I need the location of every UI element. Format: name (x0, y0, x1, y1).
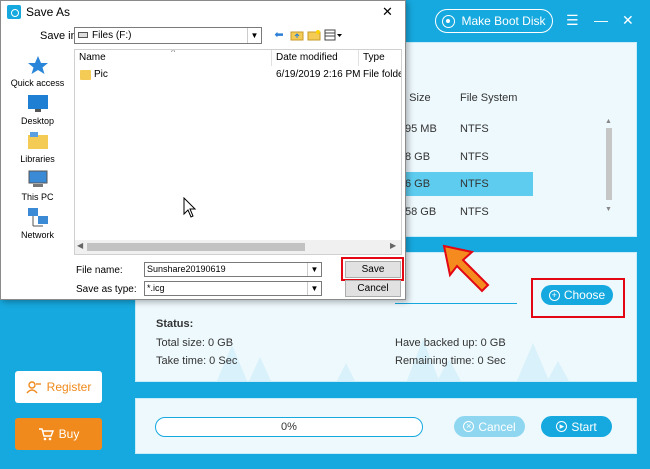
buy-button[interactable]: Buy (15, 418, 102, 450)
buy-label: Buy (58, 427, 80, 441)
place-label: Network (20, 230, 54, 240)
network-icon (27, 208, 48, 227)
place-label: Desktop (20, 116, 55, 126)
libraries-icon (27, 132, 48, 149)
place-libraries[interactable]: Libraries (5, 131, 70, 164)
cancel-backup-button[interactable]: × Cancel (454, 416, 525, 437)
user-key-icon (26, 381, 41, 394)
new-folder-icon[interactable] (307, 29, 321, 41)
start-button[interactable]: ▸ Start (541, 416, 612, 437)
places-bar: Quick access Desktop Libraries This PC N… (5, 49, 70, 259)
dialog-titlebar[interactable]: Save As ✕ (1, 1, 405, 23)
row-fs[interactable]: NTFS (460, 123, 489, 135)
dialog-title: Save As (26, 5, 71, 19)
folder-icon (80, 70, 91, 80)
save-in-dropdown[interactable]: Files (F:) ▼ (74, 27, 262, 44)
col-header-date[interactable]: Date modified (276, 52, 338, 63)
save-type-value: *.icg (147, 283, 165, 293)
start-label: Start (571, 419, 597, 434)
place-desktop[interactable]: Desktop (5, 93, 70, 126)
minimize-icon[interactable]: — (594, 12, 608, 28)
file-name-label: File name: (76, 265, 123, 276)
progress-bar: 0% (155, 417, 423, 437)
file-row[interactable]: Pic 6/19/2019 2:16 PM File folder (75, 69, 401, 83)
col-header-name[interactable]: Name (79, 52, 106, 63)
save-highlight-box (341, 257, 404, 281)
dialog-close-icon[interactable]: ✕ (382, 4, 393, 20)
backed-up-text: Have backed up: 0 GB (395, 337, 506, 349)
back-arrow-icon[interactable]: ⬅ (272, 29, 286, 41)
status-title: Status: (156, 318, 194, 330)
progress-text: 0% (281, 421, 297, 433)
col-separator (271, 50, 272, 66)
cancel-backup-label: Cancel (478, 419, 516, 434)
file-name-value: Sunshare20190619 (147, 264, 226, 274)
col-header-type[interactable]: Type (363, 52, 385, 63)
menu-icon[interactable]: ☰ (566, 12, 579, 28)
place-label: This PC (21, 192, 54, 202)
app-logo-icon (7, 5, 21, 19)
remaining-time-text: Remaining time: 0 Sec (395, 355, 506, 367)
row-size[interactable]: 6 GB (405, 178, 430, 190)
row-fs[interactable]: NTFS (460, 206, 489, 218)
desktop-icon (27, 95, 48, 112)
file-name: Pic (94, 69, 108, 80)
scroll-down-icon[interactable]: ▼ (605, 206, 612, 213)
pointer-arrow-annotation (442, 244, 490, 293)
scroll-left-icon[interactable]: ◀ (77, 241, 83, 250)
place-quick-access[interactable]: Quick access (5, 55, 70, 88)
file-date: 6/19/2019 2:16 PM (276, 69, 361, 80)
save-type-label: Save as type: (76, 284, 137, 295)
choose-highlight-box (531, 278, 625, 318)
hscroll-thumb[interactable] (87, 243, 305, 251)
scroll-right-icon[interactable]: ▶ (390, 241, 396, 250)
dialog-cancel-label: Cancel (357, 283, 389, 294)
cancel-circle-icon: × (463, 421, 475, 432)
col-header-file-system: File System (460, 92, 518, 104)
chevron-down-icon[interactable]: ▼ (307, 282, 321, 295)
sort-up-icon: ^ (171, 49, 176, 57)
col-separator (358, 50, 359, 66)
close-icon[interactable]: ✕ (622, 12, 634, 28)
place-label: Quick access (10, 78, 65, 88)
row-fs[interactable]: NTFS (460, 151, 489, 163)
row-fs[interactable]: NTFS (460, 178, 489, 190)
view-menu-icon[interactable] (324, 29, 344, 41)
table-scrollbar[interactable]: ▲ ▼ (604, 118, 614, 218)
path-underline (395, 303, 517, 304)
chevron-down-icon[interactable]: ▼ (307, 263, 321, 276)
scroll-up-icon[interactable]: ▲ (605, 118, 612, 125)
file-type: File folder (363, 69, 401, 80)
make-boot-disk-button[interactable]: Make Boot Disk (435, 9, 553, 33)
save-in-value: Files (F:) (92, 30, 132, 41)
row-size[interactable]: 95 MB (405, 123, 437, 135)
make-boot-disk-label: Make Boot Disk (461, 14, 546, 28)
star-icon (27, 56, 48, 74)
drive-icon (78, 32, 88, 38)
file-list-hscrollbar[interactable]: ◀ ▶ (75, 240, 401, 254)
cart-icon (38, 428, 54, 441)
place-network[interactable]: Network (5, 207, 70, 240)
computer-icon (28, 170, 47, 187)
dialog-cancel-button[interactable]: Cancel (345, 280, 401, 297)
take-time-text: Take time: 0 Sec (156, 355, 238, 367)
row-size[interactable]: 58 GB (405, 206, 436, 218)
chevron-down-icon[interactable]: ▼ (247, 28, 261, 43)
place-this-pc[interactable]: This PC (5, 169, 70, 202)
register-label: Register (46, 380, 92, 394)
play-circle-icon: ▸ (556, 421, 568, 432)
scrollbar-thumb[interactable] (606, 128, 612, 200)
save-type-dropdown[interactable]: *.icg ▼ (144, 281, 322, 296)
file-list[interactable]: ^ Name Date modified Type Pic 6/19/2019 … (74, 49, 402, 255)
disc-icon (442, 14, 456, 28)
file-name-input[interactable]: Sunshare20190619 ▼ (144, 262, 322, 277)
up-folder-icon[interactable] (290, 29, 304, 41)
save-as-dialog: Save As ✕ Save in: Files (F:) ▼ ⬅ Quick … (0, 0, 406, 300)
total-size-text: Total size: 0 GB (156, 337, 234, 349)
register-button[interactable]: Register (15, 371, 102, 403)
place-label: Libraries (20, 154, 55, 164)
row-size[interactable]: 8 GB (405, 151, 430, 163)
mouse-cursor-icon (183, 197, 197, 218)
